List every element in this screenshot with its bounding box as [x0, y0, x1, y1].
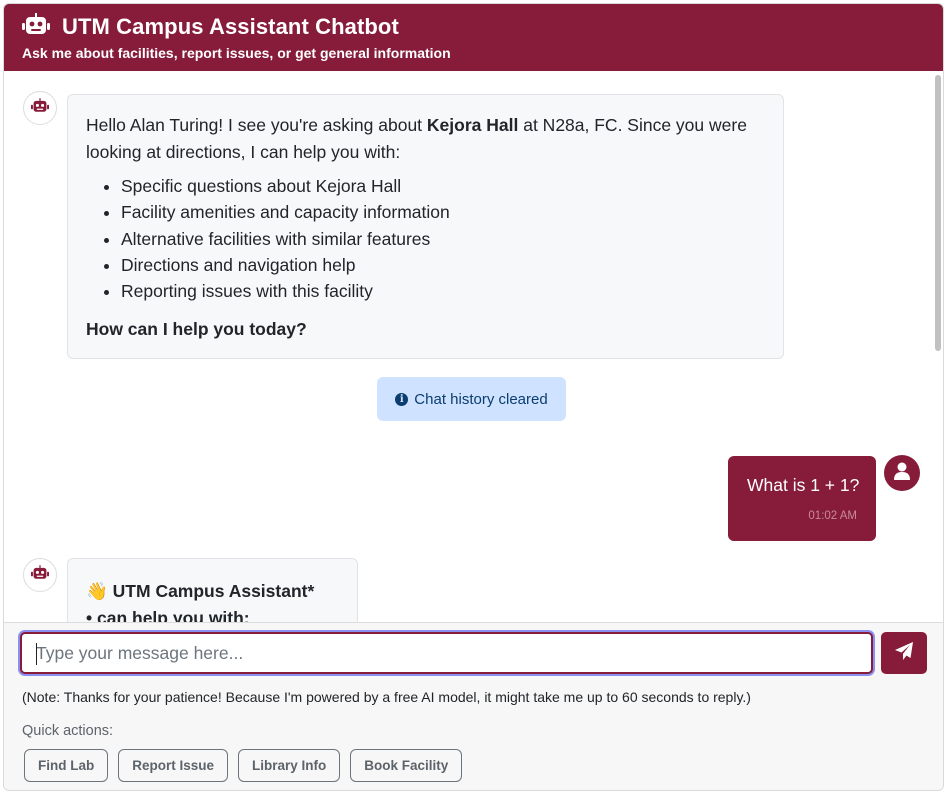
report-issue-button[interactable]: Report Issue: [118, 749, 229, 782]
bot-message: 👋 UTM Campus Assistant* • can help you w…: [67, 558, 358, 622]
facility-name: Kejora Hall: [426, 115, 519, 135]
bot-avatar: [23, 558, 57, 592]
list-item: Reporting issues with this facility: [121, 278, 765, 304]
list-item: Facility amenities and capacity informat…: [121, 199, 765, 225]
chatbot-app: UTM Campus Assistant Chatbot Ask me abou…: [3, 3, 944, 791]
robot-icon: [22, 12, 50, 42]
bot-message: Hello Alan Turing! I see you're asking a…: [67, 94, 784, 359]
bot-closing: How can I help you today?: [86, 319, 307, 340]
bot-message-line: 👋 UTM Campus Assistant*: [86, 581, 315, 601]
quick-actions-label: Quick actions:: [22, 723, 114, 739]
user-message: What is 1 + 1? 01:02 AM: [728, 456, 876, 541]
system-message: i Chat history cleared: [377, 377, 566, 421]
help-list: Specific questions about Kejora Hall Fac…: [86, 173, 765, 304]
header-subtitle: Ask me about facilities, report issues, …: [22, 45, 451, 61]
waving-hand-icon: 👋: [86, 581, 108, 601]
composer-area: (Note: Thanks for your patience! Because…: [4, 622, 943, 790]
user-message-text: What is 1 + 1?: [747, 475, 860, 495]
header-title: UTM Campus Assistant Chatbot: [62, 14, 399, 39]
list-item: Alternative facilities with similar feat…: [121, 226, 765, 252]
send-button[interactable]: [881, 632, 927, 674]
paper-plane-icon: [894, 641, 914, 666]
chat-header: UTM Campus Assistant Chatbot Ask me abou…: [4, 4, 943, 71]
message-input[interactable]: [20, 632, 873, 674]
bot-message-line: • can help you with:: [86, 607, 250, 623]
header-title-row: UTM Campus Assistant Chatbot: [22, 12, 925, 42]
list-item: Specific questions about Kejora Hall: [121, 173, 765, 199]
list-item: Directions and navigation help: [121, 252, 765, 278]
chat-scrollbar[interactable]: [935, 75, 941, 351]
book-facility-button[interactable]: Book Facility: [350, 749, 463, 782]
info-icon: i: [395, 392, 409, 406]
library-info-button[interactable]: Library Info: [238, 749, 341, 782]
quick-actions: Find Lab Report Issue Library Info Book …: [24, 749, 463, 782]
robot-icon: [31, 564, 49, 586]
bot-greeting: Hello Alan Turing! I see you're asking a…: [86, 115, 747, 162]
bot-avatar: [23, 91, 57, 125]
text-caret: [36, 643, 37, 665]
chat-messages[interactable]: Hello Alan Turing! I see you're asking a…: [4, 71, 943, 622]
response-time-note: (Note: Thanks for your patience! Because…: [22, 689, 751, 705]
system-message-text: Chat history cleared: [414, 390, 548, 408]
find-lab-button[interactable]: Find Lab: [24, 749, 109, 782]
message-timestamp: 01:02 AM: [808, 510, 857, 522]
robot-icon: [31, 97, 49, 119]
user-icon: [893, 461, 911, 486]
user-avatar: [884, 455, 920, 491]
